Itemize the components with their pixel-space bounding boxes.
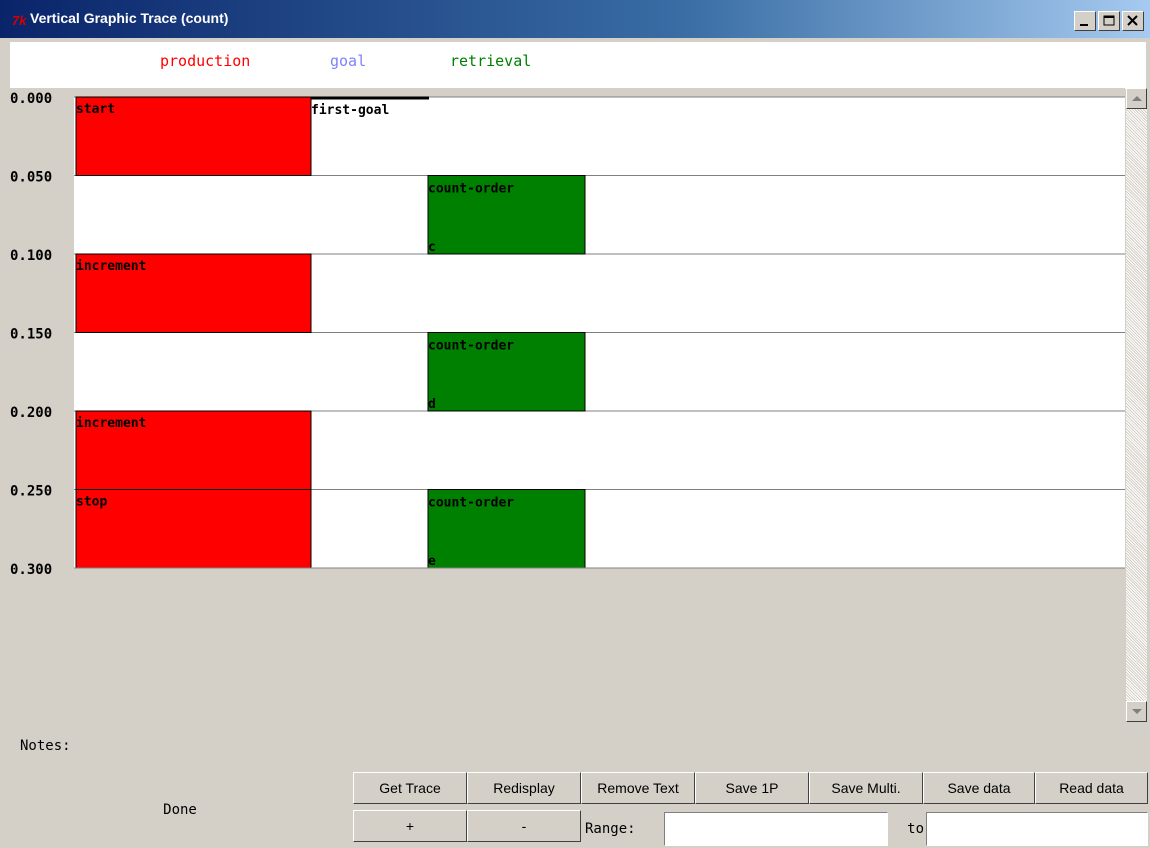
notes-label: Notes: [20, 738, 71, 754]
legend-goal: goal [330, 52, 367, 70]
status-text: Done [163, 802, 197, 818]
scroll-down-button[interactable] [1126, 701, 1147, 722]
retrieval-label: count-order [428, 339, 514, 354]
retrieval-result: c [428, 240, 436, 255]
trace-graph: 0.000 0.050 0.100 0.150 0.200 0.250 0.300 start… [10, 91, 1125, 578]
trace-canvas: 0.000 0.050 0.100 0.150 0.200 0.250 0.300 start… [10, 88, 1125, 706]
legend-production: production [160, 52, 251, 70]
legend-retrieval: retrieval [450, 52, 532, 70]
window-title: Vertical Graphic Trace (count) [30, 10, 229, 26]
minimize-button[interactable] [1074, 11, 1096, 31]
time-tick-label: 0.200 [10, 405, 52, 421]
retrieval-label: count-order [428, 496, 514, 511]
scroll-up-button[interactable] [1126, 88, 1147, 109]
production-label: increment [76, 259, 146, 274]
zoom-out-button[interactable]: - [467, 810, 581, 842]
range-from-input[interactable] [664, 812, 888, 846]
range-label: Range: [582, 812, 664, 846]
save-multi-button[interactable]: Save Multi. [809, 772, 923, 804]
time-tick-label: 0.250 [10, 484, 52, 500]
get-trace-button[interactable]: Get Trace [353, 772, 467, 804]
vertical-scrollbar[interactable] [1126, 88, 1147, 722]
read-data-button[interactable]: Read data [1035, 772, 1148, 804]
production-box [75, 489, 312, 569]
maximize-button[interactable] [1098, 11, 1120, 31]
production-label: stop [76, 495, 107, 510]
remove-text-button[interactable]: Remove Text [581, 772, 695, 804]
time-tick-label: 0.100 [10, 248, 52, 264]
redisplay-button[interactable]: Redisplay [467, 772, 581, 804]
production-label: start [76, 102, 115, 117]
tk-icon-text: 7k [12, 13, 27, 28]
retrieval-label: count-order [428, 182, 514, 197]
save-1p-button[interactable]: Save 1P [695, 772, 809, 804]
title-bar: 7k Vertical Graphic Trace (count) [0, 0, 1150, 38]
production-label: increment [76, 416, 146, 431]
save-data-button[interactable]: Save data [923, 772, 1035, 804]
retrieval-result: d [428, 397, 436, 412]
tk-icon: 7k [12, 12, 32, 28]
time-tick-label: 0.050 [10, 170, 52, 186]
legend-bar: production goal retrieval [10, 42, 1146, 89]
range-to-input[interactable] [926, 812, 1148, 846]
zoom-in-button[interactable]: + [353, 810, 467, 842]
goal-label: first-goal [311, 103, 389, 118]
retrieval-result: e [428, 554, 436, 569]
time-tick-label: 0.300 [10, 562, 52, 578]
time-tick-label: 0.000 [10, 91, 52, 107]
close-button[interactable] [1122, 11, 1144, 31]
time-tick-label: 0.150 [10, 327, 52, 343]
range-to-label: to [907, 821, 924, 837]
